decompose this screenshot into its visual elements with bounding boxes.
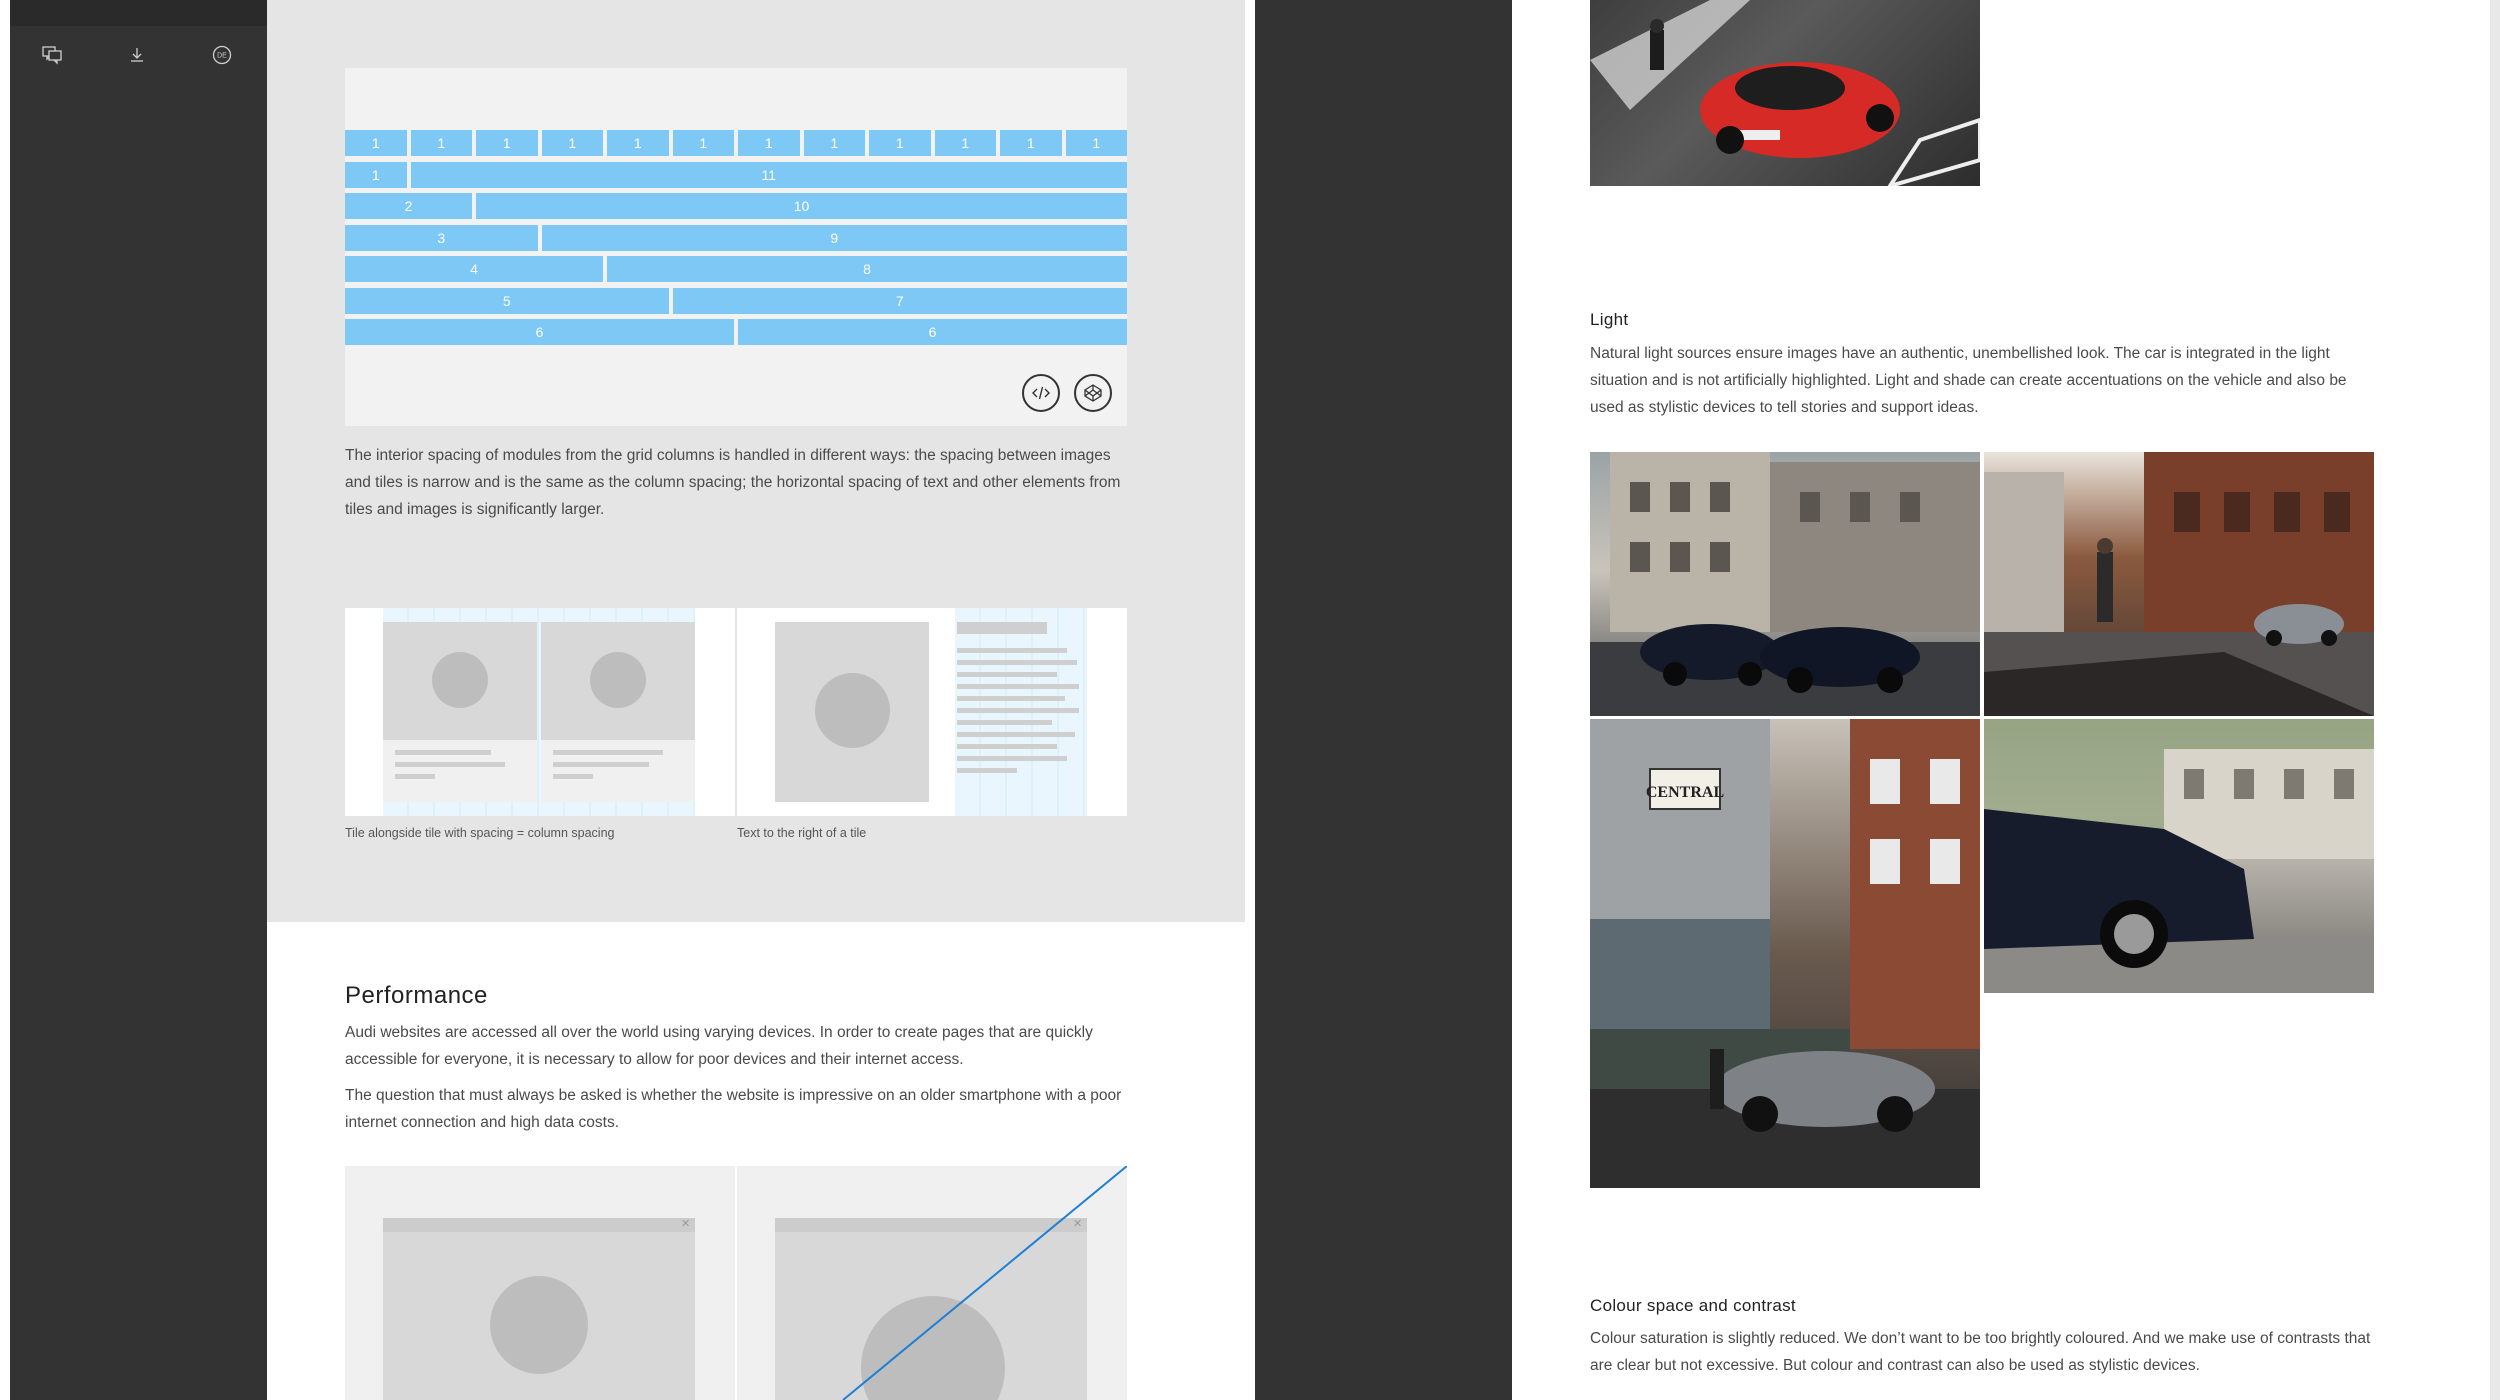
grid-row: 1 11 bbox=[345, 161, 1127, 188]
grid-cell: 1 bbox=[869, 130, 931, 156]
grid-row: 39 bbox=[345, 224, 1127, 251]
grid-cell: 1 bbox=[476, 130, 538, 156]
caption-text-right: Text to the right of a tile bbox=[737, 826, 867, 840]
grid-cell: 3 bbox=[345, 224, 538, 251]
sidebar: DE bbox=[10, 0, 267, 1400]
grid-cell: 10 bbox=[476, 193, 1127, 219]
grid-row: 48 bbox=[345, 256, 1127, 282]
grid-cell: 1 bbox=[607, 130, 669, 156]
code-icon[interactable] bbox=[1022, 374, 1060, 412]
photo-red-car bbox=[1590, 0, 1980, 186]
photo-hotel-central-car: CENTRAL bbox=[1590, 719, 1980, 1188]
download-icon[interactable] bbox=[122, 40, 152, 70]
grid-cell: 1 bbox=[345, 130, 407, 156]
page-separator bbox=[1245, 0, 1255, 1400]
grid-row: 57 bbox=[345, 287, 1127, 314]
sidebar-topbar bbox=[10, 0, 267, 26]
svg-text:CENTRAL: CENTRAL bbox=[1646, 784, 1724, 801]
grid-row: 111111111111 bbox=[345, 130, 1127, 156]
grid-cell: 6 bbox=[345, 319, 734, 345]
grid-cell: 5 bbox=[345, 287, 669, 314]
grid-cell: 4 bbox=[345, 256, 603, 282]
spacing-paragraph: The interior spacing of modules from the… bbox=[345, 447, 1121, 518]
left-edge-strip bbox=[0, 0, 10, 1400]
grid-cell: 11 bbox=[410, 161, 1127, 188]
grid-cell: 1 bbox=[934, 130, 996, 156]
light-heading: Light bbox=[1590, 310, 1629, 329]
language-de-icon[interactable]: DE bbox=[207, 40, 237, 70]
caption-tile-alongside: Tile alongside tile with spacing = colum… bbox=[345, 826, 615, 840]
grid-cell: 1 bbox=[1065, 130, 1127, 156]
codepen-icon[interactable] bbox=[1074, 374, 1112, 412]
grid-cell: 1 bbox=[672, 130, 734, 156]
grid-cell: 7 bbox=[672, 287, 1127, 314]
light-paragraph: Natural light sources ensure images have… bbox=[1590, 345, 2347, 416]
grid-cell: 1 bbox=[1000, 130, 1062, 156]
grid-cell: 1 bbox=[345, 161, 407, 188]
document-left-page: 1 1 1 1 1 1 1 1 1 1 1 1 1 11 2 10 3 9 4 8 5 7 6 6 The interior … bbox=[267, 0, 1245, 1400]
scrollbar-track[interactable] bbox=[2490, 0, 2500, 1400]
text-right-of-tile-diagram bbox=[737, 608, 1127, 816]
grid-cell: 1 bbox=[410, 130, 472, 156]
svg-text:DE: DE bbox=[217, 53, 227, 60]
tile-alongside-tile-diagram bbox=[345, 608, 735, 816]
grid-cell: 8 bbox=[607, 256, 1127, 282]
comments-icon[interactable] bbox=[37, 40, 67, 70]
page-gap bbox=[1255, 0, 1512, 1400]
grid-cell: 9 bbox=[541, 224, 1127, 251]
colour-heading: Colour space and contrast bbox=[1590, 1296, 1796, 1315]
performance-paragraph-1: Audi websites are accessed all over the … bbox=[345, 1024, 1093, 1068]
photo-woman-walking bbox=[1984, 452, 2374, 716]
grid-cell: 1 bbox=[541, 130, 603, 156]
performance-diagram-right: ✕ bbox=[737, 1166, 1127, 1400]
grid-row: 66 bbox=[345, 319, 1127, 345]
performance-diagram-left: ✕ bbox=[345, 1166, 735, 1400]
grid-cell: 1 bbox=[803, 130, 865, 156]
grid-columns-demo: 1 1 1 1 1 1 1 1 1 1 1 1 1 11 2 10 3 9 4 8 5 7 6 6 bbox=[345, 68, 1127, 426]
colour-paragraph: Colour saturation is slightly reduced. W… bbox=[1590, 1330, 2371, 1374]
grid-cell: 6 bbox=[738, 319, 1127, 345]
close-icon: ✕ bbox=[681, 1218, 691, 1230]
performance-paragraph-2: The question that must always be asked i… bbox=[345, 1087, 1122, 1131]
photo-suv-street-trees bbox=[1984, 719, 2374, 993]
grid-row: 2 10 bbox=[345, 193, 1127, 219]
performance-heading: Performance bbox=[345, 982, 488, 1009]
photo-city-street-suvs bbox=[1590, 452, 1980, 716]
document-right-page: Light Natural light sources ensure image… bbox=[1512, 0, 2490, 1400]
grid-cell: 2 bbox=[345, 193, 472, 219]
grid-cell: 1 bbox=[738, 130, 800, 156]
